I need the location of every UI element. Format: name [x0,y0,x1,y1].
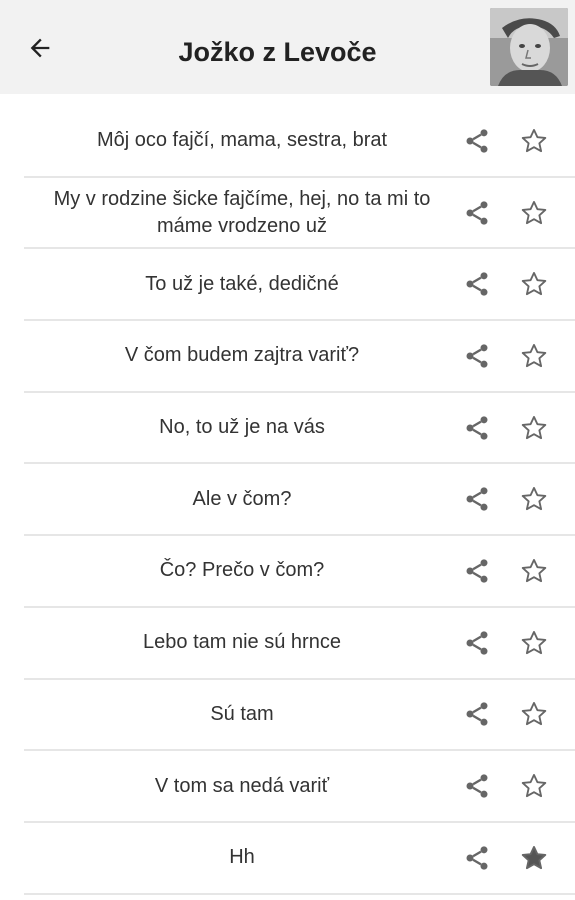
quote-text: V čom budem zajtra variť? [124,344,360,367]
quote-text: Sú tam [210,702,274,725]
share-icon [466,702,488,727]
share-button[interactable] [460,841,494,875]
star-outline-icon [521,200,547,224]
favorite-button[interactable] [517,124,551,158]
quote-text: My v rodzine šicke fajčíme, hej, no ta m… [53,187,431,237]
favorite-button[interactable] [517,482,551,516]
person-photo-icon [490,8,568,86]
star-outline-icon [521,272,547,296]
share-icon [466,200,488,225]
app-bar: Jožko z Levoče [0,0,575,94]
share-button[interactable] [460,196,494,230]
star-outline-icon [521,415,547,439]
back-button[interactable] [22,30,58,66]
star-outline-icon [521,702,547,726]
favorite-button[interactable] [517,841,551,875]
share-button[interactable] [460,267,494,301]
share-button[interactable] [460,769,494,803]
page-title: Jožko z Levoče [178,37,377,67]
quote-text: Čo? Prečo v čom? [159,559,325,582]
avatar[interactable] [490,8,568,86]
list-item[interactable]: Lebo tam nie sú hrnce [24,608,575,680]
star-outline-icon [521,630,547,654]
favorite-button[interactable] [517,626,551,660]
favorite-button[interactable] [517,411,551,445]
quote-text: Lebo tam nie sú hrnce [143,631,341,654]
list-item[interactable]: Sú tam [24,680,575,752]
quote-text: Ale v čom? [192,487,292,510]
share-icon [466,630,488,655]
share-button[interactable] [460,626,494,660]
list-item[interactable]: V tom sa nedá variť [24,751,575,823]
quote-text: Hh [229,846,255,869]
favorite-button[interactable] [517,769,551,803]
share-button[interactable] [460,697,494,731]
favorite-button[interactable] [517,339,551,373]
quote-list: Môj oco fajčí, mama, sestra, brat My v ro… [0,106,575,895]
share-icon [466,344,488,368]
list-item[interactable]: Môj oco fajčí, mama, sestra, brat [24,106,575,178]
star-outline-icon [521,487,547,511]
share-icon [466,774,488,798]
star-outline-icon [521,774,547,798]
share-icon [466,559,488,583]
share-button[interactable] [460,482,494,516]
share-button[interactable] [460,124,494,158]
share-icon [466,272,488,296]
list-item[interactable]: To už je také, dedičné [24,249,575,322]
share-button[interactable] [460,554,494,588]
share-icon [466,487,488,511]
share-button[interactable] [460,339,494,373]
star-filled-icon [521,845,547,869]
quote-text: No, to už je na vás [159,416,325,439]
share-icon [466,129,488,153]
list-item[interactable]: Čo? Prečo v čom? [24,536,575,608]
list-item[interactable]: V čom budem zajtra variť? [24,321,575,393]
list-item[interactable]: Hh [24,823,575,895]
favorite-button[interactable] [517,267,551,301]
share-icon [466,415,488,440]
list-item[interactable]: No, to už je na vás [24,393,575,465]
star-outline-icon [521,128,547,152]
arrow-left-icon [30,38,50,58]
favorite-button[interactable] [517,697,551,731]
share-icon [466,846,488,870]
star-outline-icon [521,558,547,583]
favorite-button[interactable] [517,554,551,588]
star-outline-icon [521,343,547,367]
quote-text: To už je také, dedičné [145,272,339,295]
quote-text: Môj oco fajčí, mama, sestra, brat [96,129,388,152]
share-button[interactable] [460,411,494,445]
favorite-button[interactable] [517,196,551,230]
list-item[interactable]: My v rodzine šicke fajčíme, hej, no ta m… [24,178,575,250]
list-item[interactable]: Ale v čom? [24,464,575,537]
quote-text: V tom sa nedá variť [154,774,330,797]
